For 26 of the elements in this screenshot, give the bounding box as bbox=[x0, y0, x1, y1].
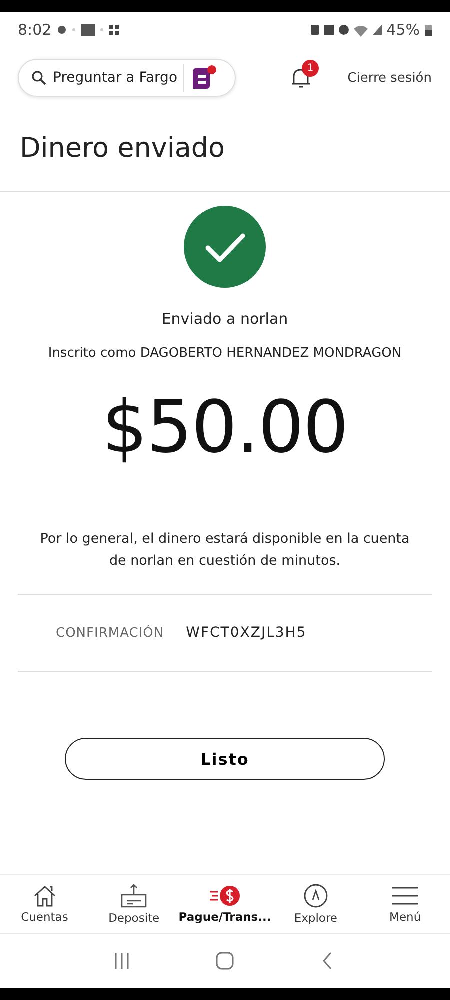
amount: $50.00 bbox=[102, 385, 348, 469]
deposit-icon bbox=[120, 883, 148, 909]
dot-icon bbox=[72, 28, 76, 32]
dot-icon bbox=[100, 28, 104, 32]
compass-icon bbox=[302, 883, 329, 909]
done-button[interactable]: Listo bbox=[65, 738, 385, 780]
confirmation-number: WFCT0XZJL3H5 bbox=[186, 625, 307, 642]
clock: 8:02 bbox=[18, 21, 52, 39]
search-input[interactable]: Preguntar a Fargo bbox=[53, 70, 177, 86]
logout-link[interactable]: Cierre sesión bbox=[348, 70, 432, 86]
availability-note: Por lo general, el dinero estará disponible en la cuenta de norlan en cuestión de minutos. bbox=[39, 530, 411, 571]
notification-badge: 1 bbox=[302, 60, 319, 77]
search-icon bbox=[31, 70, 47, 86]
recipient-text: Enviado a norlan bbox=[162, 310, 288, 328]
grid-icon bbox=[108, 25, 119, 35]
assistant-icon bbox=[190, 64, 218, 92]
enrolled-name: Inscrito como DAGOBERTO HERNANDEZ MONDRAGON bbox=[48, 346, 402, 361]
battery-level: 45% bbox=[386, 21, 420, 39]
confirmation-label: CONFIRMACIÓN bbox=[56, 626, 164, 641]
home-icon[interactable] bbox=[214, 952, 235, 970]
success-check-icon bbox=[184, 206, 266, 288]
battery-icon bbox=[425, 24, 432, 36]
page-title: Dinero enviado bbox=[0, 108, 450, 192]
signal-icon bbox=[372, 25, 382, 35]
wifi-icon bbox=[354, 24, 368, 36]
payment-icon bbox=[208, 884, 242, 908]
